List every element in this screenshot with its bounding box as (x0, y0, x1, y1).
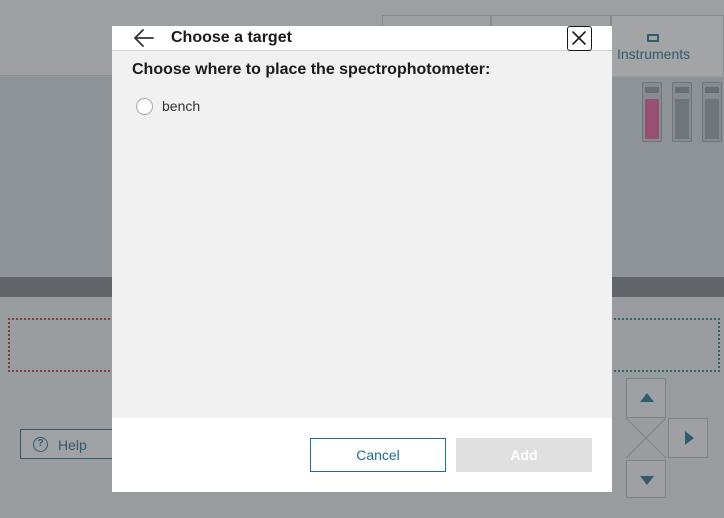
target-option-label: bench (162, 98, 201, 114)
add-button[interactable]: Add (456, 438, 592, 472)
arrow-left-icon (134, 29, 154, 47)
choose-target-dialog: Choose a target Choose where to place th… (112, 26, 612, 492)
cancel-button[interactable]: Cancel (310, 438, 446, 472)
radio-button[interactable] (136, 98, 153, 115)
close-icon (572, 31, 586, 45)
back-button[interactable] (132, 27, 156, 49)
dialog-prompt: Choose where to place the spectrophotome… (132, 61, 491, 78)
dialog-header: Choose a target (112, 26, 612, 51)
dialog-footer: Cancel Add (112, 418, 612, 492)
dialog-title: Choose a target (171, 29, 292, 46)
close-button[interactable] (567, 26, 592, 51)
